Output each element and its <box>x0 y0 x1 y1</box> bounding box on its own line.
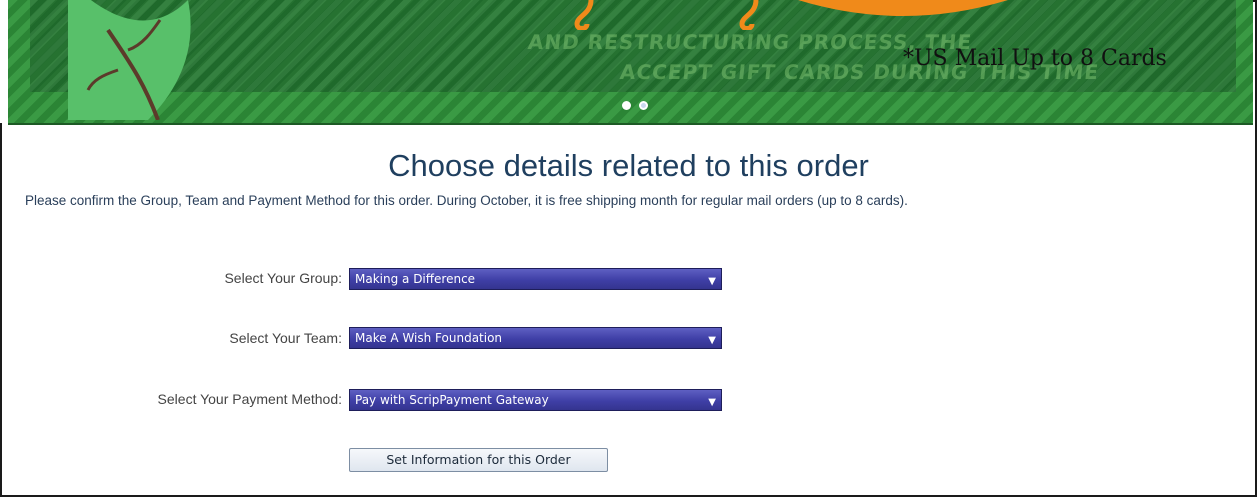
page-title: Choose details related to this order <box>388 148 869 183</box>
promo-banner: AND RESTRUCTURING PROCESS, THE ACCEPT GI… <box>8 0 1253 125</box>
carousel-dot[interactable] <box>639 101 648 111</box>
swirl-icon <box>739 0 759 30</box>
decorative-shape <box>798 0 1008 16</box>
carousel-dot[interactable] <box>622 101 631 111</box>
swirl-icon <box>574 0 594 30</box>
group-label: Select Your Group: <box>224 270 342 286</box>
chevron-down-icon: ▼ <box>708 397 716 408</box>
team-select-value: Make A Wish Foundation <box>355 331 503 345</box>
payment-label: Select Your Payment Method: <box>157 391 342 407</box>
group-select[interactable]: Making a Difference ▼ <box>349 268 722 290</box>
intro-text: Please confirm the Group, Team and Payme… <box>25 193 908 208</box>
banner-mail-text: *US Mail Up to 8 Cards <box>903 46 1167 71</box>
chevron-down-icon: ▼ <box>708 276 716 287</box>
team-select[interactable]: Make A Wish Foundation ▼ <box>349 327 722 349</box>
shamrock-icon <box>68 0 191 120</box>
payment-select-value: Pay with ScripPayment Gateway <box>355 393 549 407</box>
team-label: Select Your Team: <box>229 330 342 346</box>
set-information-button[interactable]: Set Information for this Order <box>349 448 608 472</box>
banner-edge <box>0 0 8 123</box>
payment-select[interactable]: Pay with ScripPayment Gateway ▼ <box>349 389 722 411</box>
chevron-down-icon: ▼ <box>708 335 716 346</box>
carousel-dots <box>622 97 656 115</box>
group-select-value: Making a Difference <box>355 272 476 286</box>
